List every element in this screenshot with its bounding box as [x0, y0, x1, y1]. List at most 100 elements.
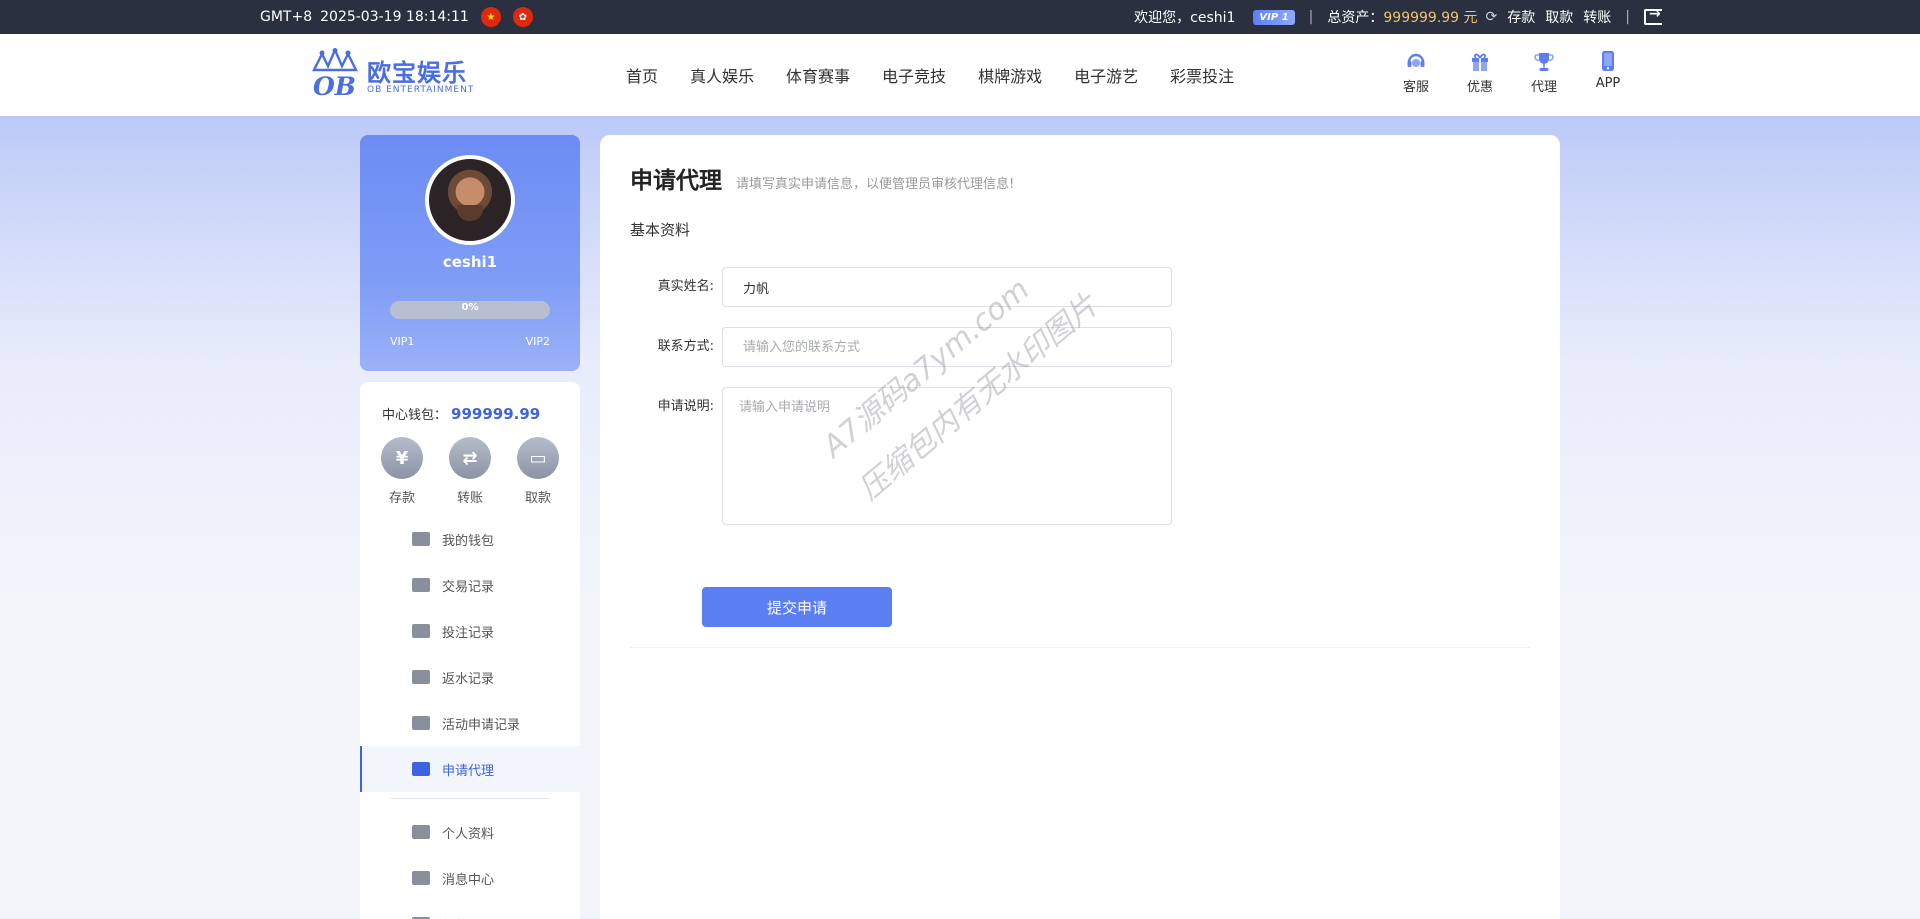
center-wallet: 中心钱包： 999999.99 [382, 404, 540, 423]
top-transfer-link[interactable]: 转账 [1583, 7, 1611, 27]
nav-esports[interactable]: 电子竞技 [882, 63, 946, 87]
main-nav: 首页 真人娱乐 体育赛事 电子竞技 棋牌游戏 电子游艺 彩票投注 [626, 34, 1266, 116]
deposit-button[interactable]: ¥ 存款 [380, 437, 424, 506]
diamond-icon [412, 871, 430, 885]
sidebar-item-rebate-records[interactable]: 返水记录 [360, 654, 580, 700]
headset-icon [1407, 53, 1425, 67]
contact-label: 联系方式: [657, 339, 714, 354]
sidebar-item-label: 申请代理 [442, 763, 495, 779]
nav-live-casino[interactable]: 真人娱乐 [690, 63, 754, 87]
clipboard-icon [412, 578, 430, 592]
nav-slots[interactable]: 电子游艺 [1074, 63, 1138, 87]
description-label: 申请说明: [657, 399, 714, 414]
top-bar-right: 欢迎您，ceshi1 VIP 1 | 总资产： 999999.99 元 ⟳ 存款… [1134, 0, 1662, 34]
laptop-icon [412, 716, 430, 730]
divider: | [1625, 9, 1630, 25]
real-name-row: 真实姓名: [630, 267, 1172, 307]
refresh-icon[interactable]: ⟳ [1486, 9, 1498, 25]
sidebar-item-red-packet[interactable]: 红包 [360, 901, 580, 919]
main-header: OB 欧宝娱乐 OB ENTERTAINMENT 首页 真人娱乐 体育赛事 电子… [0, 34, 1920, 116]
gift-icon [1472, 53, 1488, 71]
customer-service-link[interactable]: 客服 [1384, 50, 1448, 95]
sidebar-item-label: 红包 [442, 915, 468, 919]
transfer-label: 转账 [456, 491, 483, 506]
sidebar-item-activity-records[interactable]: 活动申请记录 [360, 700, 580, 746]
sidebar-item-my-wallet[interactable]: 我的钱包 [360, 516, 580, 562]
logo-name: 欧宝娱乐 [367, 59, 467, 87]
page-subtitle: 请填写真实申请信息，以便管理员审核代理信息! [736, 177, 1015, 192]
top-bar-left: GMT+8 2025-03-19 18:14:11 ★ ✿ [260, 0, 533, 34]
page-title: 申请代理 [630, 168, 722, 194]
sidebar-item-apply-agent[interactable]: 申请代理 [360, 746, 580, 792]
divider: | [1308, 9, 1314, 25]
avatar[interactable] [425, 155, 515, 245]
vip-next-level: VIP2 [525, 335, 550, 348]
hongkong-flag-icon[interactable]: ✿ [512, 7, 533, 27]
sidebar-item-label: 投注记录 [442, 625, 495, 641]
quick-links: 客服 优惠 代理 APP [1384, 50, 1640, 95]
card-icon [412, 670, 430, 684]
nav-card-games[interactable]: 棋牌游戏 [978, 63, 1042, 87]
avatar-beard [457, 205, 483, 221]
customer-service-label: 客服 [1402, 80, 1429, 95]
real-name-label: 真实姓名: [657, 279, 714, 294]
sidebar-item-profile[interactable]: 个人资料 [360, 809, 580, 855]
vip-badge: VIP 1 [1253, 9, 1295, 25]
sidebar-item-label: 我的钱包 [442, 533, 495, 549]
nav-home[interactable]: 首页 [626, 63, 658, 87]
app-download-link[interactable]: APP [1576, 50, 1640, 95]
transfer-icon: ⇄ [449, 437, 491, 479]
nav-lottery[interactable]: 彩票投注 [1170, 63, 1234, 87]
logout-icon[interactable] [1644, 6, 1662, 25]
site-logo[interactable]: OB 欧宝娱乐 OB ENTERTAINMENT [310, 48, 480, 102]
contact-row: 联系方式: [630, 327, 1172, 367]
id-card-icon [412, 825, 430, 839]
sidebar-item-messages[interactable]: 消息中心 [360, 855, 580, 901]
total-assets-value: 999999.99 元 [1383, 10, 1478, 26]
sidebar-item-label: 消息中心 [442, 872, 495, 888]
top-info-bar: GMT+8 2025-03-19 18:14:11 ★ ✿ 欢迎您，ceshi1… [0, 0, 1920, 34]
card-icon: ▭ [517, 437, 559, 479]
top-withdraw-link[interactable]: 取款 [1545, 7, 1573, 27]
china-flag-icon[interactable]: ★ [480, 7, 501, 27]
username: ceshi1 [442, 253, 498, 271]
sidebar-item-label: 交易记录 [442, 579, 495, 595]
vip-current-level: VIP1 [390, 335, 415, 348]
real-name-input[interactable] [722, 267, 1172, 307]
logo-subtitle: OB ENTERTAINMENT [367, 85, 475, 95]
top-deposit-link[interactable]: 存款 [1507, 7, 1535, 27]
current-datetime: 2025-03-19 18:14:11 [320, 9, 469, 25]
sidebar-menu: 我的钱包 交易记录 投注记录 返水记录 活动申请记录 申请代理 个人资料 消息中… [360, 516, 580, 919]
apply-agent-panel: 申请代理 请填写真实申请信息，以便管理员审核代理信息! 基本资料 真实姓名: 联… [600, 135, 1560, 919]
account-menu-card: 中心钱包： 999999.99 ¥ 存款 ⇄ 转账 ▭ 取款 我的钱包 交易记录 … [360, 382, 580, 919]
laptop-icon [412, 762, 430, 776]
contact-input[interactable] [722, 327, 1172, 367]
logo-mark-text: OB [313, 72, 356, 100]
app-label: APP [1595, 76, 1621, 91]
withdraw-button[interactable]: ▭ 取款 [516, 437, 560, 506]
nav-sports[interactable]: 体育赛事 [786, 63, 850, 87]
menu-divider [390, 798, 550, 799]
agent-link[interactable]: 代理 [1512, 50, 1576, 95]
wallet-actions: ¥ 存款 ⇄ 转账 ▭ 取款 [380, 437, 560, 506]
welcome-text: 欢迎您，ceshi1 [1134, 10, 1236, 26]
sidebar-item-transactions[interactable]: 交易记录 [360, 562, 580, 608]
vip-progress-bar: 0% [390, 301, 550, 319]
sidebar-item-bet-records[interactable]: 投注记录 [360, 608, 580, 654]
promotions-label: 优惠 [1466, 80, 1493, 95]
crown-logo-icon: OB [312, 48, 358, 100]
trophy-icon [1534, 53, 1554, 71]
center-wallet-amount: 999999.99 [451, 405, 541, 423]
form-divider [630, 647, 1530, 648]
promotions-link[interactable]: 优惠 [1448, 50, 1512, 95]
sidebar-item-label: 个人资料 [442, 826, 495, 842]
deposit-label: 存款 [388, 491, 415, 506]
submit-application-button[interactable]: 提交申请 [702, 587, 892, 627]
transfer-button[interactable]: ⇄ 转账 [448, 437, 492, 506]
yen-icon: ¥ [381, 437, 423, 479]
description-textarea[interactable] [722, 387, 1172, 525]
withdraw-label: 取款 [524, 491, 551, 506]
total-assets-label: 总资产： [1327, 10, 1384, 26]
wallet-icon [412, 532, 430, 546]
description-row: 申请说明: [630, 387, 1172, 525]
